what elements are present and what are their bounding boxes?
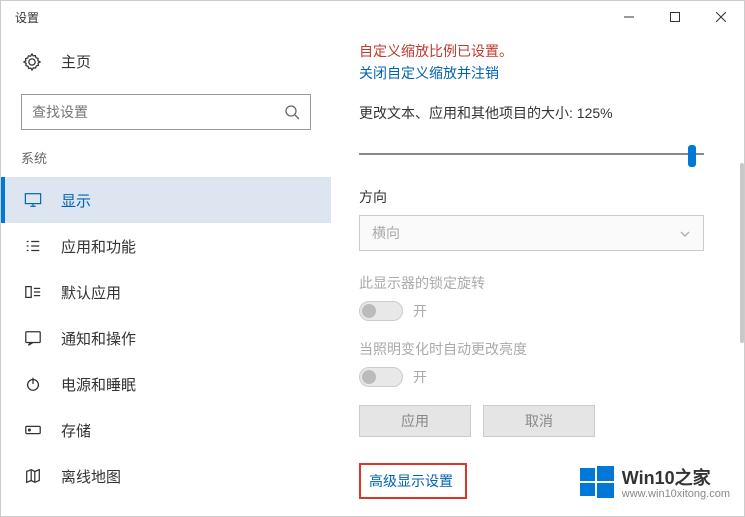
scale-slider[interactable] <box>359 143 704 165</box>
nav-item-default-apps[interactable]: 默认应用 <box>1 269 331 315</box>
maximize-button[interactable] <box>652 1 698 33</box>
nav-label: 通知和操作 <box>61 328 136 349</box>
nav-label: 默认应用 <box>61 282 121 303</box>
windows-logo-icon <box>580 465 614 504</box>
left-column: 主页 系统 显示 应用和功能 默认应用 通知和操作 电源和睡眠 <box>1 33 331 516</box>
nav-label: 应用和功能 <box>61 236 136 257</box>
slider-thumb[interactable] <box>688 145 696 167</box>
watermark-url: www.win10xitong.com <box>622 488 730 500</box>
home-link[interactable]: 主页 <box>1 41 331 82</box>
nav-item-power[interactable]: 电源和睡眠 <box>1 361 331 407</box>
advanced-display-link[interactable]: 高级显示设置 <box>369 473 453 489</box>
list-icon <box>23 236 43 256</box>
nav-label: 存储 <box>61 420 91 441</box>
home-label: 主页 <box>61 51 91 72</box>
window-title: 设置 <box>15 9 39 26</box>
minimize-button[interactable] <box>606 1 652 33</box>
map-icon <box>23 466 43 486</box>
chevron-down-icon <box>679 227 691 239</box>
toggle-pill <box>359 367 403 387</box>
watermark-brand: Win10之家 <box>622 469 711 489</box>
toggle-state: 开 <box>413 367 427 387</box>
nav-label: 电源和睡眠 <box>61 374 136 395</box>
nav-item-notifications[interactable]: 通知和操作 <box>1 315 331 361</box>
scrollbar[interactable] <box>740 33 745 516</box>
storage-icon <box>23 420 43 440</box>
apply-button[interactable]: 应用 <box>359 405 471 437</box>
brightness-auto-toggle: 开 <box>359 367 704 387</box>
toggle-knob <box>362 304 376 318</box>
watermark: Win10之家 www.win10xitong.com <box>580 465 730 504</box>
advanced-highlight-box: 高级显示设置 <box>359 463 467 499</box>
monitor-icon <box>23 190 43 210</box>
orientation-label: 方向 <box>359 187 704 207</box>
scaling-warning: 自定义缩放比例已设置。 <box>359 41 704 61</box>
nav-item-apps[interactable]: 应用和功能 <box>1 223 331 269</box>
defaults-icon <box>23 282 43 302</box>
lock-rotation-label: 此显示器的锁定旋转 <box>359 273 704 293</box>
lock-rotation-toggle: 开 <box>359 301 704 321</box>
nav-label: 显示 <box>61 190 91 211</box>
search-icon <box>284 104 300 120</box>
section-title: 系统 <box>1 148 331 177</box>
titlebar: 设置 <box>1 1 744 33</box>
orientation-dropdown[interactable]: 横向 <box>359 215 704 251</box>
toggle-state: 开 <box>413 301 427 321</box>
cancel-button[interactable]: 取消 <box>483 405 595 437</box>
close-button[interactable] <box>698 1 744 33</box>
nav-item-storage[interactable]: 存储 <box>1 407 331 453</box>
slider-track <box>359 153 704 155</box>
gear-icon <box>23 52 43 72</box>
nav-item-offline-maps[interactable]: 离线地图 <box>1 453 331 499</box>
search-input[interactable] <box>32 104 284 120</box>
power-icon <box>23 374 43 394</box>
disable-scaling-link[interactable]: 关闭自定义缩放并注销 <box>359 63 499 83</box>
search-box[interactable] <box>21 94 311 130</box>
brightness-auto-label: 当照明变化时自动更改亮度 <box>359 339 704 359</box>
nav-item-display[interactable]: 显示 <box>1 177 331 223</box>
orientation-value: 横向 <box>372 223 400 243</box>
content-area: 自定义缩放比例已设置。 关闭自定义缩放并注销 更改文本、应用和其他项目的大小: … <box>331 33 744 516</box>
toggle-knob <box>362 370 376 384</box>
window-buttons <box>606 1 744 33</box>
nav-label: 离线地图 <box>61 466 121 487</box>
scrollbar-thumb[interactable] <box>740 163 744 343</box>
scale-label: 更改文本、应用和其他项目的大小: 125% <box>359 103 704 123</box>
toggle-pill <box>359 301 403 321</box>
notification-icon <box>23 328 43 348</box>
